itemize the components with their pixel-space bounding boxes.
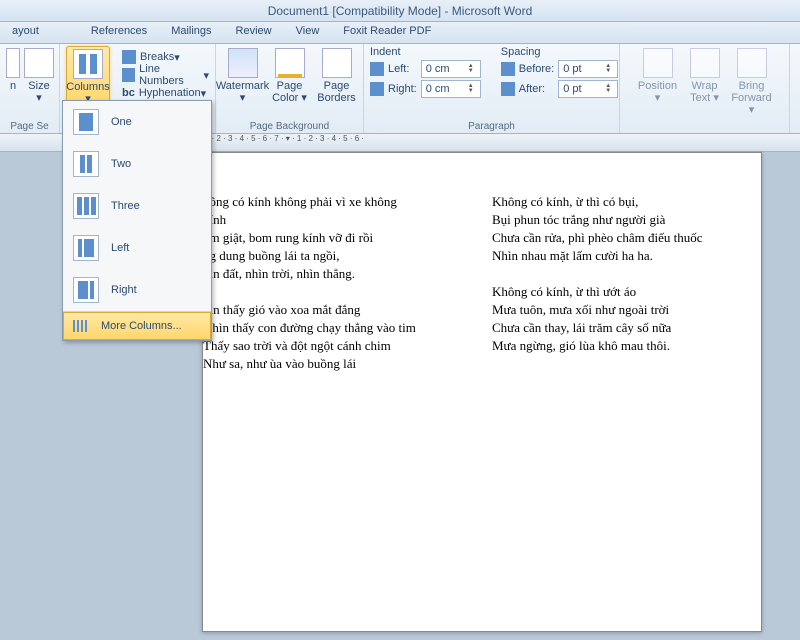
group-page-setup: Page Se [0,121,59,132]
tab-foxit[interactable]: Foxit Reader PDF [331,22,443,43]
indent-right-label: Right: [370,80,417,98]
tab-review[interactable]: Review [224,22,284,43]
indent-left-input[interactable]: 0 cm▲▼ [421,60,481,78]
column-1: hông có kính không phải vì xe không kính… [203,193,482,631]
doc-line[interactable]: om giật, bom rung kính vỡ đi rồi [203,229,472,247]
spacing-after-icon [501,82,515,96]
titlebar: Document1 [Compatibility Mode] - Microso… [0,0,800,22]
columns-right[interactable]: Right [63,269,211,311]
doc-line[interactable]: kính [203,211,472,229]
indent-left-icon [370,62,384,76]
ribbon-tabs: ayout References Mailings Review View Fo… [0,22,800,44]
columns-left[interactable]: Left [63,227,211,269]
spacing-before-label: Before: [501,60,554,78]
hyphenation-icon: bc [122,87,135,99]
indent-header: Indent [370,46,481,58]
spacing-before-icon [501,62,515,76]
doc-line[interactable]: ng dung buồng lái ta ngồi, [203,247,472,265]
bring-forward-button[interactable]: Bring Forward ▾ [730,46,774,118]
tab-layout-partial[interactable]: ayout [0,22,51,43]
doc-line[interactable]: Thấy sao trời và đột ngột cánh chim [203,337,472,355]
columns-button[interactable]: Columns▾ [66,46,110,108]
doc-line[interactable]: Chưa cần thay, lái trăm cây số nữa [492,319,761,337]
wrap-text-button[interactable]: Wrap Text ▾ [683,46,727,118]
doc-line[interactable]: hìn đất, nhìn trời, nhìn thẳng. [203,265,472,283]
doc-line[interactable]: Nhìn thấy con đường chạy thẳng vào tim [203,319,472,337]
tab-mailings[interactable]: Mailings [159,22,223,43]
page-borders-button[interactable]: Page Borders [315,46,359,106]
indent-right-input[interactable]: 0 cm▲▼ [421,80,481,98]
size-button[interactable]: Size▾ [24,46,54,106]
line-numbers-button[interactable]: Line Numbers ▾ [122,66,209,84]
doc-line[interactable]: Mưa ngừng, gió lùa khô mau thôi. [492,337,761,355]
more-columns-icon [73,320,89,332]
group-page-background: Page Background [216,121,363,132]
orientation-button[interactable]: n [5,46,21,106]
group-paragraph: Paragraph [364,121,619,132]
spacing-after-label: After: [501,80,554,98]
columns-dropdown: One Two Three Left Right More Columns... [62,100,212,341]
doc-line[interactable]: Bụi phun tóc trắng như người già [492,211,761,229]
tab-view[interactable]: View [284,22,332,43]
position-button[interactable]: Position▾ [636,46,680,118]
spacing-header: Spacing [501,46,618,58]
spacing-before-input[interactable]: 0 pt▲▼ [558,60,618,78]
page-color-button[interactable]: Page Color ▾ [268,46,312,106]
doc-line[interactable]: hông có kính không phải vì xe không [203,193,472,211]
watermark-button[interactable]: Watermark▾ [221,46,265,106]
doc-line[interactable]: hìn thấy gió vào xoa mắt đắng [203,301,472,319]
doc-line[interactable]: Không có kính, ừ thì ướt áo [492,283,761,301]
columns-two[interactable]: Two [63,143,211,185]
breaks-icon [122,50,136,64]
columns-one[interactable]: One [63,101,211,143]
doc-line[interactable]: Không có kính, ừ thì có bụi, [492,193,761,211]
columns-more[interactable]: More Columns... [63,312,211,340]
tab-references[interactable]: References [79,22,159,43]
doc-line[interactable]: Mưa tuôn, mưa xối như ngoài trời [492,301,761,319]
page[interactable]: hông có kính không phải vì xe không kính… [202,152,762,632]
spacing-after-input[interactable]: 0 pt▲▼ [558,80,618,98]
columns-icon [73,49,103,79]
columns-three[interactable]: Three [63,185,211,227]
doc-line[interactable]: Nhìn nhau mặt lấm cười ha ha. [492,247,761,265]
indent-right-icon [370,82,384,96]
column-2: Không có kính, ừ thì có bụi, Bụi phun tó… [482,193,761,631]
indent-left-label: Left: [370,60,417,78]
doc-line[interactable]: Chưa cần rửa, phì phèo châm điếu thuốc [492,229,761,247]
doc-line[interactable]: Như sa, như ùa vào buồng lái [203,355,472,373]
line-numbers-icon [122,68,135,82]
